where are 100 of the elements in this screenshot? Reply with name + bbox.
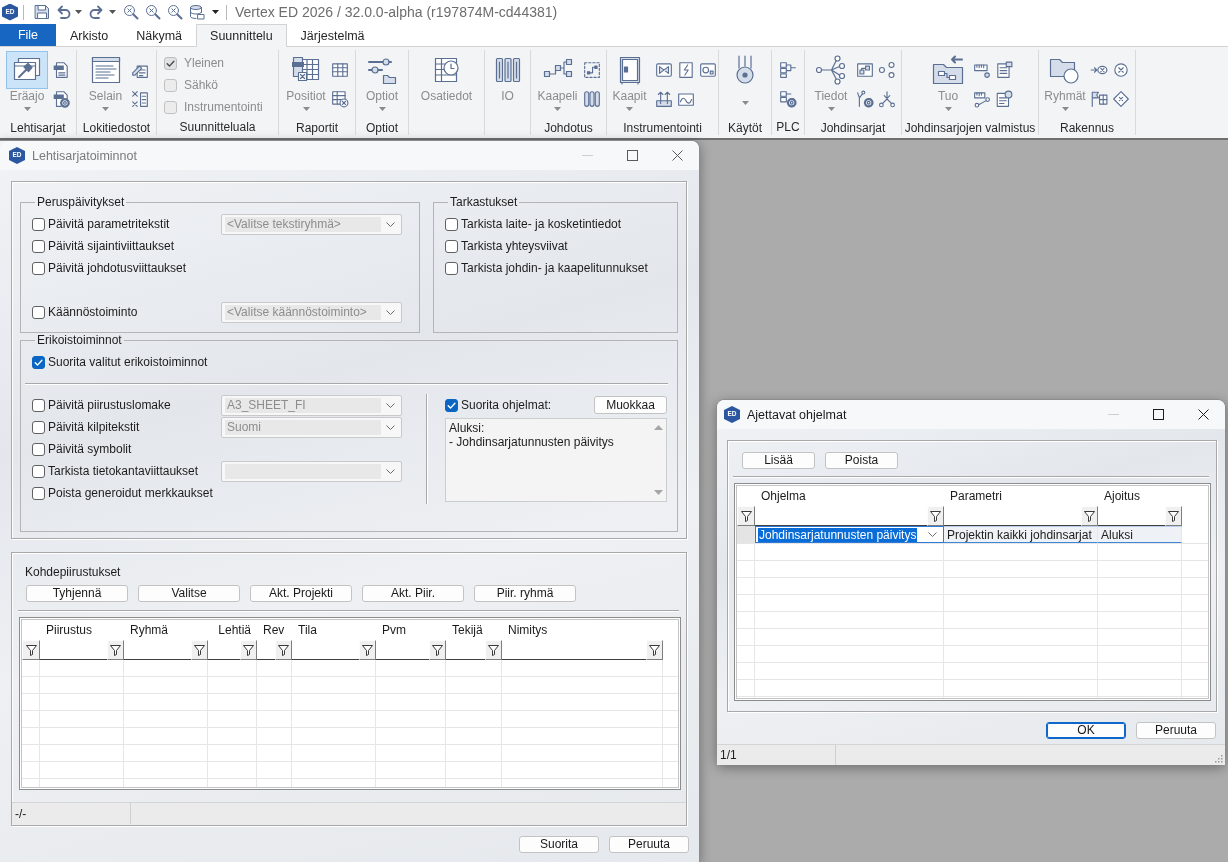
dialog-button[interactable]: Suorita [519, 836, 599, 853]
checkbox[interactable] [32, 486, 45, 500]
dialog-button[interactable]: Peruuta [609, 836, 689, 853]
chevron-icon [386, 309, 395, 315]
checkbox[interactable] [32, 442, 45, 456]
column-title: Pvm [382, 623, 406, 637]
column-title: Ohjelma [761, 489, 806, 503]
ribbon-tab[interactable]: Järjestelmä [286, 24, 379, 46]
filter-button[interactable] [22, 640, 40, 660]
action-button[interactable]: Poista [825, 452, 898, 469]
chevron-icon [386, 402, 395, 408]
checkbox[interactable] [32, 420, 45, 434]
action-button[interactable]: Akt. Piir. [362, 585, 464, 602]
filter-button[interactable] [737, 506, 755, 526]
option-label: Poista generoidut merkkaukset [48, 486, 213, 500]
checkbox[interactable] [445, 217, 458, 231]
column-title: Tekijä [452, 623, 483, 637]
chevron-icon [386, 221, 395, 227]
filter-icon [110, 644, 121, 656]
checkbox[interactable] [32, 261, 45, 275]
checkbox[interactable] [32, 464, 45, 478]
checkbox[interactable] [445, 239, 458, 253]
group-title: Peruspäivitykset [36, 195, 126, 209]
filter-button[interactable] [359, 640, 376, 660]
status-text: 1/1 [720, 748, 737, 762]
filter-button[interactable] [1165, 506, 1182, 526]
action-button[interactable]: Lisää [742, 452, 815, 469]
column-title: Parametri [950, 489, 1002, 503]
filter-icon [243, 644, 254, 656]
save-icon[interactable] [34, 4, 50, 20]
magnifier-icon[interactable] [145, 4, 161, 20]
checkbox[interactable] [32, 305, 45, 319]
option-label: Päivitä parametritekstit [48, 217, 170, 231]
redo-icon[interactable] [89, 4, 105, 20]
action-button[interactable]: Akt. Projekti [250, 585, 352, 602]
undo-icon[interactable] [55, 4, 71, 20]
action-button[interactable]: Tyhjennä [26, 585, 128, 602]
table-cell: Projektin kaikki johdinsarjat [944, 526, 1098, 543]
option-label: Päivitä symbolit [48, 442, 132, 456]
cell-editor[interactable]: Johdinsarjatunnusten päivitys [755, 526, 944, 543]
option-label: Tarkista laite- ja kosketintiedot [461, 217, 622, 231]
magnifier-icon[interactable] [167, 4, 183, 20]
status-text: -/- [15, 806, 27, 821]
group-label: Optiot [366, 120, 398, 136]
option-label: Päivitä kilpitekstit [48, 420, 140, 434]
database-icon[interactable] [189, 4, 205, 20]
checkbox[interactable] [32, 355, 45, 369]
filter-button[interactable] [240, 640, 257, 660]
edit-button[interactable]: Muokkaa [594, 396, 667, 414]
checkbox[interactable] [32, 217, 45, 231]
group-title: Tarkastukset [449, 195, 519, 209]
dialog-button[interactable]: Peruuta [1136, 722, 1216, 739]
filter-button[interactable] [191, 640, 208, 660]
dialog-button[interactable]: OK [1046, 722, 1126, 739]
close-icon[interactable] [1198, 409, 1209, 420]
option-label: Päivitä sijaintiviittaukset [48, 239, 175, 253]
close-icon[interactable] [672, 150, 683, 161]
window-title: Lehtisarjatoiminnot [32, 148, 137, 163]
maximize-icon[interactable] [1153, 409, 1164, 420]
filter-icon [362, 644, 373, 656]
magnifier-icon[interactable] [123, 4, 139, 20]
action-button[interactable]: Valitse [138, 585, 240, 602]
group-title: Erikoistoiminnot [36, 333, 123, 347]
filter-button[interactable] [107, 640, 124, 660]
table-cell: Aluksi [1098, 526, 1182, 543]
filter-button[interactable] [927, 506, 944, 526]
caret-icon [75, 10, 82, 14]
filter-icon [1084, 510, 1095, 522]
action-button[interactable]: Piir. ryhmä [474, 585, 576, 602]
table-row[interactable]: Johdinsarjatunnusten päivitys Projektin kaikki johdinsarjat Aluksi [737, 526, 1208, 544]
filter-icon [278, 644, 289, 656]
filter-button[interactable] [275, 640, 292, 660]
checkbox[interactable] [32, 398, 45, 412]
group-label: Johdinsarjat [820, 120, 886, 136]
group-label: Suunnitteluala [179, 119, 256, 135]
app-title: Vertex ED 2026 / 32.0.0-alpha (r197874M-cd44381) [235, 4, 558, 20]
folder-arrow-icon [932, 54, 964, 86]
list-item: Aluksi: [449, 421, 485, 435]
group-label: Raportit [296, 120, 338, 136]
option-label: Käännöstoiminto [48, 305, 138, 319]
group-label: Lehtisarjat [10, 120, 66, 136]
checkbox[interactable] [32, 239, 45, 253]
filter-button[interactable] [646, 640, 663, 660]
maximize-icon[interactable] [627, 150, 638, 161]
filter-button[interactable] [1081, 506, 1098, 526]
window-title: Ajettavat ohjelmat [747, 407, 847, 422]
column-title: Lehtiä [218, 623, 251, 637]
checkbox[interactable] [445, 398, 458, 412]
ribbon-tab[interactable]: Arkisto [56, 24, 123, 46]
checkbox[interactable] [445, 261, 458, 275]
filter-button[interactable] [485, 640, 502, 660]
ribbon-tab[interactable]: Näkymä [122, 24, 197, 46]
file-menu-button[interactable]: File [0, 24, 56, 46]
option-label: Yleinen [184, 56, 225, 70]
filter-button[interactable] [429, 640, 446, 660]
ribbon-tab[interactable]: Suunnittelu [196, 24, 287, 47]
filter-icon [194, 644, 205, 656]
column-title: Ryhmä [130, 623, 168, 637]
filter-icon [649, 644, 660, 656]
resize-grip-icon[interactable] [1214, 754, 1223, 763]
